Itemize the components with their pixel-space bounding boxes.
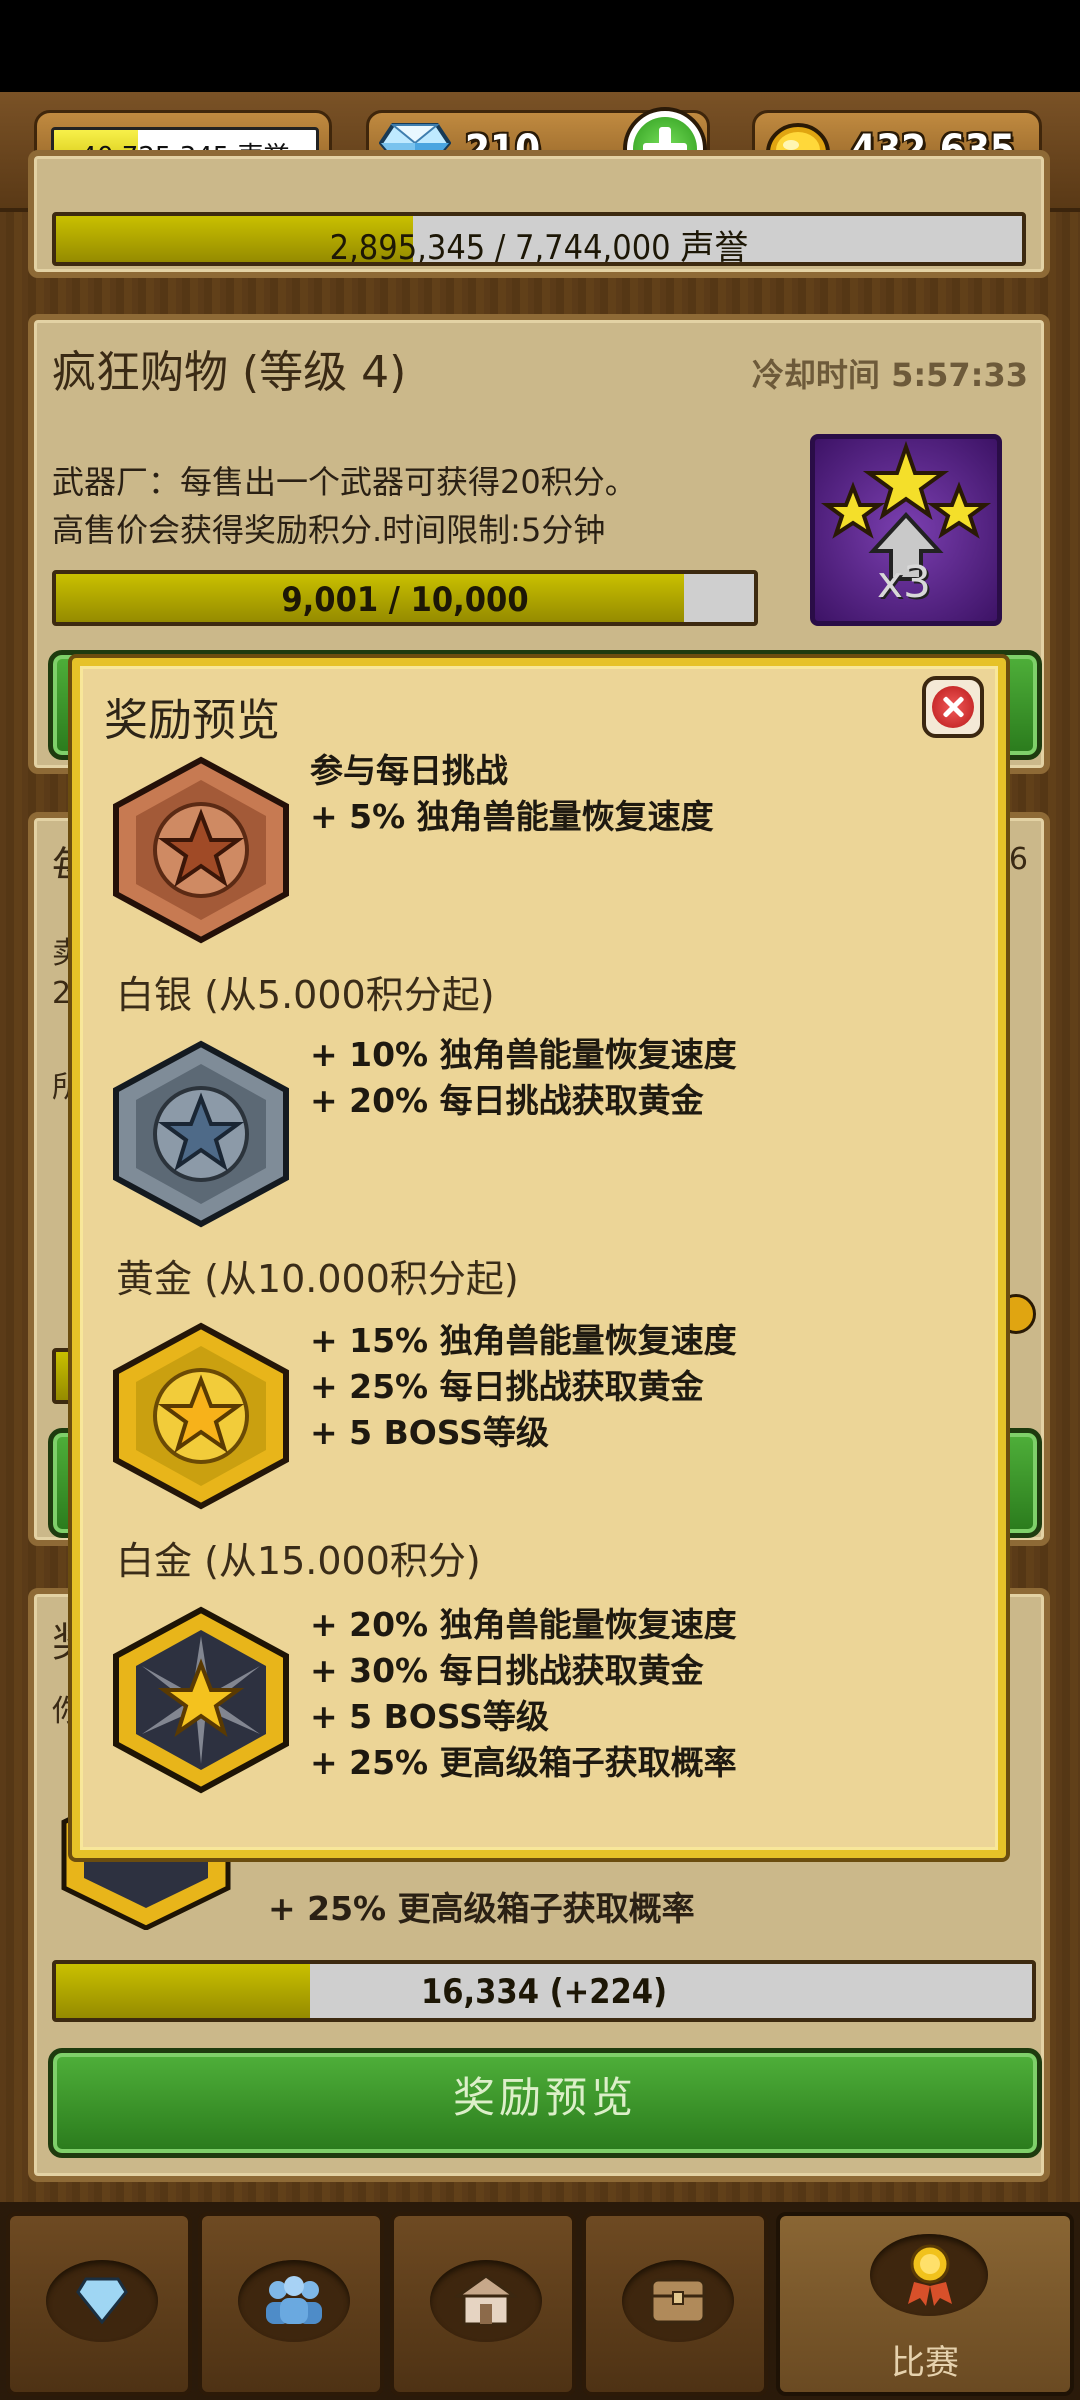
boost-multiplier: x3 (877, 557, 932, 608)
daily-card-time-peek: 6 (1008, 842, 1028, 877)
tier-3-perks: + 15% 独角兽能量恢复速度 + 25% 每日挑战获取黄金 + 5 BOSS等… (310, 1318, 737, 1456)
tier-2-name: 白银 (从5.000积分起) (116, 973, 495, 1017)
status-bar (0, 0, 1080, 92)
bottom-nav: 比赛 (0, 2202, 1080, 2400)
bronze-medal-icon (113, 756, 289, 944)
event-description-1: 武器厂：每售出一个武器可获得20积分。 (52, 463, 637, 501)
medal-icon (908, 2244, 952, 2306)
tier-2-perks: + 10% 独角兽能量恢复速度 + 20% 每日挑战获取黄金 (310, 1032, 737, 1124)
tier-4-perk-1: + 20% 独角兽能量恢复速度 (310, 1605, 737, 1644)
nav-circle (870, 2234, 988, 2316)
reward-preview-button[interactable]: 奖励预览 (48, 2048, 1042, 2158)
nav-tab-gems[interactable] (6, 2212, 192, 2396)
tournament-peek-line: + 25% 更高级箱子获取概率 (268, 1889, 695, 1928)
nav-tab-shop[interactable] (390, 2212, 576, 2396)
prestige-progress-card: 2,895,345 / 7,744,000 声誉 (28, 150, 1050, 278)
tournament-progress-text: 16,334 (+224) (420, 1972, 668, 2012)
people-icon (266, 2276, 322, 2324)
event-progress-text: 9,001 / 10,000 (281, 580, 529, 620)
gold-medal-icon (113, 1322, 289, 1510)
nav-circle (46, 2260, 158, 2342)
nav-label-tournament: 比赛 (891, 2343, 959, 2383)
prestige-progress-text: 2,895,345 / 7,744,000 声誉 (329, 228, 749, 266)
tournament-progress-bar: 16,334 (+224) (52, 1960, 1036, 2022)
reward-preview-modal: 奖励预览 参与每日挑战 + 5% 独角兽能量恢复速度 白银 (从5.000积分起… (68, 654, 1010, 1862)
prestige-progress-bar: 2,895,345 / 7,744,000 声誉 (52, 212, 1026, 266)
game-screen: 40,725,345 声誉 210 (0, 0, 1080, 2400)
tier-3-perk-1: + 15% 独角兽能量恢复速度 (310, 1321, 737, 1360)
silver-medal-icon (113, 1040, 289, 1228)
tier-1-perks: 参与每日挑战 + 5% 独角兽能量恢复速度 (310, 748, 714, 840)
boost-card[interactable]: x3 (810, 434, 1002, 626)
event-progress-bar: 9,001 / 10,000 (52, 570, 758, 626)
tier-3-name: 黄金 (从10.000积分起) (116, 1257, 519, 1301)
tier-3-perk-3: + 5 BOSS等级 (310, 1413, 549, 1452)
tier-4-perk-2: + 30% 每日挑战获取黄金 (310, 1651, 704, 1690)
tier-4-perks: + 20% 独角兽能量恢复速度 + 30% 每日挑战获取黄金 + 5 BOSS等… (310, 1602, 737, 1786)
tier-2-perk-1: + 10% 独角兽能量恢复速度 (310, 1035, 737, 1074)
chest-icon (650, 2278, 706, 2324)
tier-4-name: 白金 (从15.000积分) (116, 1539, 481, 1583)
nav-tab-people[interactable] (198, 2212, 384, 2396)
nav-circle (430, 2260, 542, 2342)
event-cooldown: 冷却时间 5:57:33 (751, 356, 1028, 394)
nav-tab-tournament[interactable]: 比赛 (776, 2212, 1074, 2396)
reward-preview-button-label: 奖励预览 (452, 2073, 637, 2122)
nav-circle (622, 2260, 734, 2342)
event-title: 疯狂购物 (等级 4) (52, 347, 407, 398)
shop-icon (454, 2274, 518, 2326)
nav-tab-chest[interactable] (582, 2212, 768, 2396)
modal-title: 奖励预览 (104, 695, 280, 746)
platinum-medal-icon (113, 1606, 289, 1794)
daily-card-desc2-peek: 2 (52, 976, 72, 1011)
nav-circle (238, 2260, 350, 2342)
tier-3-perk-2: + 25% 每日挑战获取黄金 (310, 1367, 704, 1406)
tier-1-perk-2: + 5% 独角兽能量恢复速度 (310, 797, 714, 836)
close-icon (932, 686, 974, 728)
close-button[interactable] (922, 676, 984, 738)
diamond-icon (76, 2277, 128, 2324)
tier-4-perk-4: + 25% 更高级箱子获取概率 (310, 1743, 737, 1782)
tier-1-perk-1: 参与每日挑战 (310, 751, 508, 790)
event-description-2: 高售价会获得奖励积分.时间限制:5分钟 (52, 511, 606, 549)
tier-2-perk-2: + 20% 每日挑战获取黄金 (310, 1081, 704, 1120)
tier-4-perk-3: + 5 BOSS等级 (310, 1697, 549, 1736)
